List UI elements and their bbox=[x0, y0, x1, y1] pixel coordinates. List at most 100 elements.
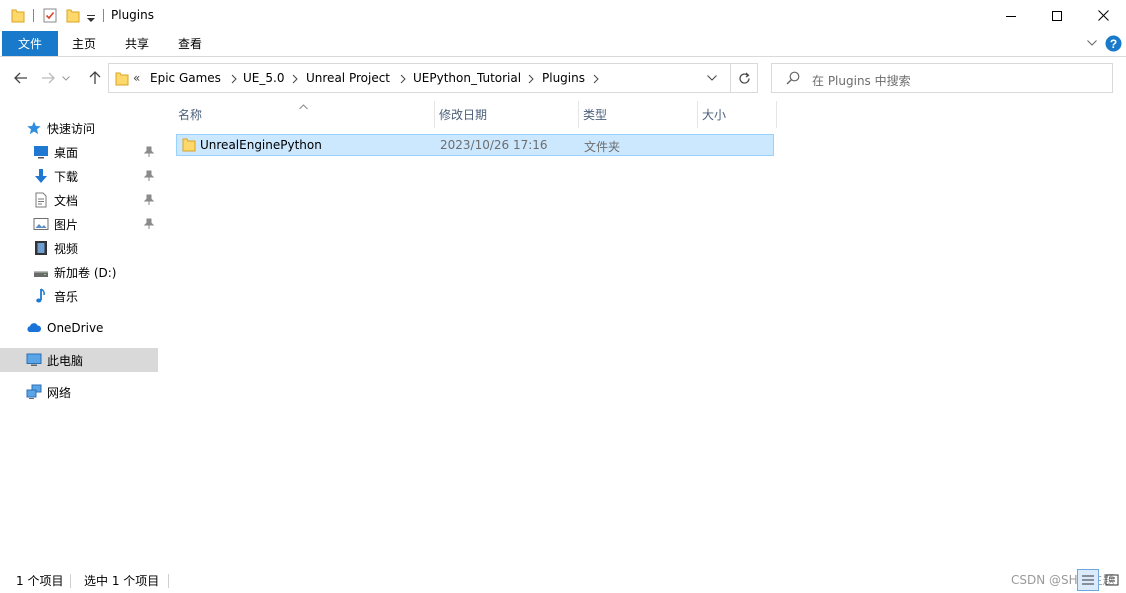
sidebar-item-pictures[interactable]: 图片 bbox=[0, 212, 158, 236]
tab-file[interactable]: 文件 bbox=[2, 31, 58, 56]
breadcrumb-item[interactable]: UEPython_Tutorial bbox=[413, 71, 521, 85]
navigation-pane: 快速访问 桌面 下载 文档 图片 视频 新加卷 (D:) 音乐 OneDrive… bbox=[0, 100, 160, 560]
pin-icon bbox=[143, 194, 155, 209]
sidebar-item-network[interactable]: 网络 bbox=[0, 380, 158, 404]
address-history-button[interactable] bbox=[697, 64, 727, 92]
tab-home[interactable]: 主页 bbox=[62, 31, 106, 56]
forward-button[interactable] bbox=[37, 66, 59, 90]
column-header-type[interactable]: 类型 bbox=[579, 101, 697, 128]
watermark: CSDN @SHOJ主题 bbox=[1011, 573, 1115, 587]
expand-ribbon-button[interactable] bbox=[1085, 36, 1099, 50]
large-icons-view-icon bbox=[1105, 574, 1119, 586]
search-input[interactable]: 在 Plugins 中搜索 bbox=[812, 72, 911, 89]
help-icon: ? bbox=[1105, 35, 1122, 52]
sidebar-item-quick-access[interactable]: 快速访问 bbox=[0, 116, 158, 140]
chevron-right-icon[interactable] bbox=[527, 73, 535, 84]
sidebar-item-documents[interactable]: 文档 bbox=[0, 188, 158, 212]
sidebar-item-label: OneDrive bbox=[47, 321, 104, 335]
pin-icon bbox=[143, 146, 155, 161]
tab-view[interactable]: 查看 bbox=[168, 31, 212, 56]
arrow-up-icon bbox=[89, 71, 101, 84]
chevron-right-icon[interactable] bbox=[399, 73, 407, 84]
toolbar-separator bbox=[33, 9, 34, 22]
breadcrumb-item[interactable]: UE_5.0 bbox=[243, 71, 284, 85]
details-view-icon bbox=[1082, 575, 1094, 585]
music-icon bbox=[33, 288, 49, 304]
arrow-right-icon bbox=[42, 72, 55, 84]
video-icon bbox=[33, 240, 49, 256]
network-icon bbox=[26, 384, 42, 400]
close-button[interactable] bbox=[1080, 0, 1126, 31]
close-icon bbox=[1097, 10, 1109, 21]
chevron-down-icon bbox=[62, 75, 70, 81]
sidebar-item-label: 新加卷 (D:) bbox=[54, 265, 117, 280]
sidebar-item-label: 音乐 bbox=[54, 289, 79, 304]
arrow-left-icon bbox=[14, 72, 27, 84]
toolbar-separator bbox=[103, 9, 104, 22]
status-separator bbox=[70, 574, 71, 588]
window-title: Plugins bbox=[111, 8, 154, 22]
column-header-name[interactable]: 名称 bbox=[174, 101, 434, 128]
search-icon bbox=[786, 71, 800, 88]
search-box[interactable]: 在 Plugins 中搜索 bbox=[771, 63, 1113, 93]
cloud-icon bbox=[26, 320, 42, 336]
sidebar-item-label: 图片 bbox=[54, 217, 79, 232]
large-icons-view-button[interactable] bbox=[1101, 569, 1123, 591]
sidebar-item-videos[interactable]: 视频 bbox=[0, 236, 158, 260]
computer-icon bbox=[26, 352, 42, 368]
sidebar-item-label: 下载 bbox=[54, 169, 79, 184]
minimize-button[interactable] bbox=[988, 0, 1034, 31]
up-button[interactable] bbox=[84, 66, 106, 90]
chevron-right-icon[interactable] bbox=[230, 73, 238, 84]
sidebar-item-label: 快速访问 bbox=[47, 121, 96, 136]
breadcrumb-item[interactable]: Plugins bbox=[542, 71, 585, 85]
maximize-icon bbox=[1052, 10, 1062, 21]
column-header-size[interactable]: 大小 bbox=[698, 101, 776, 128]
customize-quick-access-icon[interactable] bbox=[86, 12, 100, 29]
breadcrumb-item[interactable]: Unreal Project bbox=[306, 71, 390, 85]
star-icon bbox=[26, 120, 42, 136]
tab-share[interactable]: 共享 bbox=[115, 31, 159, 56]
new-folder-icon[interactable] bbox=[66, 7, 80, 24]
refresh-icon bbox=[739, 72, 750, 84]
svg-text:?: ? bbox=[1110, 37, 1117, 51]
file-modified: 2023/10/26 17:16 bbox=[440, 138, 548, 152]
sidebar-item-music[interactable]: 音乐 bbox=[0, 284, 158, 308]
file-row[interactable]: UnrealEnginePython 2023/10/26 17:16 文件夹 bbox=[176, 134, 774, 156]
properties-icon[interactable] bbox=[43, 7, 57, 24]
sidebar-item-this-pc[interactable]: 此电脑 bbox=[0, 348, 158, 372]
drive-icon bbox=[33, 264, 49, 280]
sidebar-item-downloads[interactable]: 下载 bbox=[0, 164, 158, 188]
download-icon bbox=[33, 168, 49, 184]
column-header-modified[interactable]: 修改日期 bbox=[435, 101, 578, 128]
breadcrumb-overflow[interactable]: « bbox=[133, 71, 140, 85]
minimize-icon bbox=[1006, 15, 1016, 17]
title-bar: Plugins bbox=[0, 0, 1126, 31]
refresh-button[interactable] bbox=[730, 64, 758, 92]
chevron-right-icon[interactable] bbox=[291, 73, 299, 84]
maximize-button[interactable] bbox=[1034, 0, 1080, 31]
sidebar-item-drive-d[interactable]: 新加卷 (D:) bbox=[0, 260, 158, 284]
sidebar-item-label: 桌面 bbox=[54, 145, 79, 160]
details-view-button[interactable] bbox=[1077, 569, 1099, 591]
column-divider[interactable] bbox=[776, 101, 777, 128]
desktop-icon bbox=[33, 144, 49, 160]
help-button[interactable]: ? bbox=[1105, 35, 1122, 52]
sidebar-item-desktop[interactable]: 桌面 bbox=[0, 140, 158, 164]
back-button[interactable] bbox=[10, 66, 32, 90]
breadcrumb-item[interactable]: Epic Games bbox=[150, 71, 221, 85]
sidebar-item-label: 文档 bbox=[54, 193, 79, 208]
file-type: 文件夹 bbox=[584, 140, 621, 154]
folder-icon bbox=[182, 137, 196, 155]
folder-icon[interactable] bbox=[11, 7, 25, 24]
status-item-count: 1 个项目 bbox=[16, 574, 64, 588]
file-name: UnrealEnginePython bbox=[200, 138, 322, 152]
ribbon-tabs: 文件 主页 共享 查看 ? bbox=[0, 31, 1126, 57]
sidebar-item-onedrive[interactable]: OneDrive bbox=[0, 316, 158, 340]
chevron-right-icon[interactable] bbox=[592, 73, 600, 84]
chevron-down-icon bbox=[707, 75, 717, 81]
recent-locations-button[interactable] bbox=[59, 66, 73, 90]
chevron-down-icon bbox=[1087, 40, 1097, 46]
status-selected-count: 选中 1 个项目 bbox=[84, 574, 160, 588]
address-bar[interactable]: « Epic Games UE_5.0 Unreal Project UEPyt… bbox=[108, 63, 758, 93]
